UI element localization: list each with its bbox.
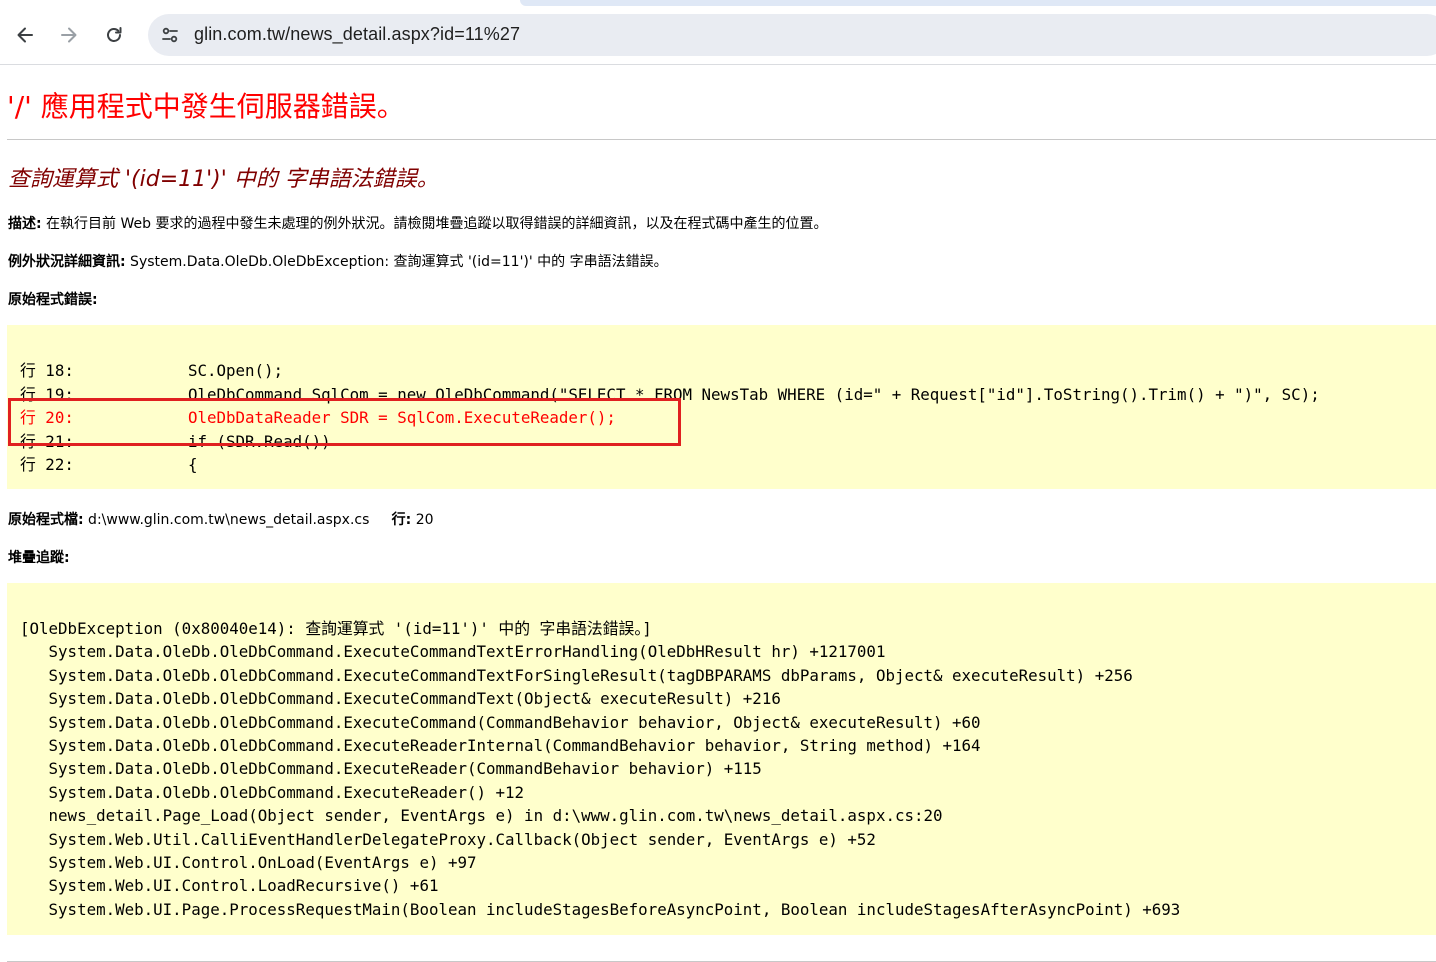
stack-trace-frame: System.Data.OleDb.OleDbCommand.ExecuteCo… — [20, 642, 886, 662]
source-error-label: 原始程式錯誤: — [8, 292, 98, 308]
source-error-heading: 原始程式錯誤: — [8, 289, 98, 309]
tab-strip-edge — [520, 0, 1436, 6]
browser-toolbar: glin.com.tw/news_detail.aspx?id=11%27 — [0, 0, 1436, 65]
stack-trace-exception-line: [OleDbException (0x80040e14): 查詢運算式 '(id… — [20, 619, 652, 638]
back-button[interactable] — [9, 19, 41, 51]
source-file-path: d:\www.glin.com.tw\news_detail.aspx.cs — [83, 512, 370, 528]
stack-trace-frame: System.Data.OleDb.OleDbCommand.ExecuteRe… — [20, 759, 762, 779]
source-file-label: 原始程式檔: — [8, 512, 84, 528]
source-file: 原始程式檔: d:\www.glin.com.tw\news_detail.as… — [8, 509, 434, 529]
tune-icon — [162, 27, 178, 43]
stack-trace-label: 堆疊追蹤: — [8, 550, 70, 566]
arrow-right-icon — [61, 27, 77, 43]
exception-label: 例外狀況詳細資訊: — [8, 254, 126, 270]
url-text[interactable]: glin.com.tw/news_detail.aspx?id=11%27 — [194, 24, 520, 45]
site-info-button[interactable] — [154, 19, 186, 51]
reload-icon — [107, 27, 122, 42]
stack-trace-frame: news_detail.Page_Load(Object sender, Eve… — [20, 806, 943, 826]
stack-trace-frame: System.Data.OleDb.OleDbCommand.ExecuteCo… — [20, 712, 981, 732]
description: 描述: 在執行目前 Web 要求的過程中發生未處理的例外狀況。請檢閱堆疊追蹤以取… — [8, 213, 827, 233]
description-text: 在執行目前 Web 要求的過程中發生未處理的例外狀況。請檢閱堆疊追蹤以取得錯誤的… — [41, 216, 828, 232]
stack-trace-frame: System.Data.OleDb.OleDbCommand.ExecuteCo… — [20, 689, 781, 709]
stack-trace-frame: System.Data.OleDb.OleDbCommand.ExecuteRe… — [20, 782, 525, 802]
source-line-label: 行: — [391, 512, 412, 528]
divider — [7, 139, 1436, 140]
source-line: 行 22: { — [20, 455, 198, 474]
exception-details: 例外狀況詳細資訊: System.Data.OleDb.OleDbExcepti… — [8, 251, 668, 271]
highlight-box — [8, 398, 681, 446]
error-title: '/' 應用程式中發生伺服器錯誤。 — [7, 90, 405, 123]
reload-button[interactable] — [98, 19, 130, 51]
source-line-number: 20 — [411, 512, 434, 528]
stack-trace-frame: System.Data.OleDb.OleDbCommand.ExecuteRe… — [20, 736, 981, 755]
stack-trace-frame: System.Data.OleDb.OleDbCommand.ExecuteCo… — [20, 665, 1133, 685]
stack-trace-box: [OleDbException (0x80040e14): 查詢運算式 '(id… — [7, 583, 1436, 935]
description-label: 描述: — [8, 216, 42, 232]
stack-trace-frame: System.Web.Util.CalliEventHandlerDelegat… — [20, 829, 876, 849]
stack-trace-heading: 堆疊追蹤: — [8, 547, 70, 567]
stack-trace-frame: System.Web.UI.Control.LoadRecursive() +6… — [20, 876, 439, 896]
error-subtitle: 查詢運算式 '(id=11')' 中的 字串語法錯誤。 — [8, 167, 439, 192]
address-bar[interactable]: glin.com.tw/news_detail.aspx?id=11%27 — [148, 14, 1436, 56]
forward-button[interactable] — [53, 19, 85, 51]
exception-text: System.Data.OleDb.OleDbException: 查詢運算式 … — [125, 254, 668, 270]
arrow-left-icon — [17, 27, 33, 43]
source-line: 行 18: SC.Open(); — [20, 361, 284, 380]
stack-trace-frame: System.Web.UI.Control.OnLoad(EventArgs e… — [20, 853, 477, 872]
stack-trace-frame: System.Web.UI.Page.ProcessRequestMain(Bo… — [20, 899, 1181, 919]
